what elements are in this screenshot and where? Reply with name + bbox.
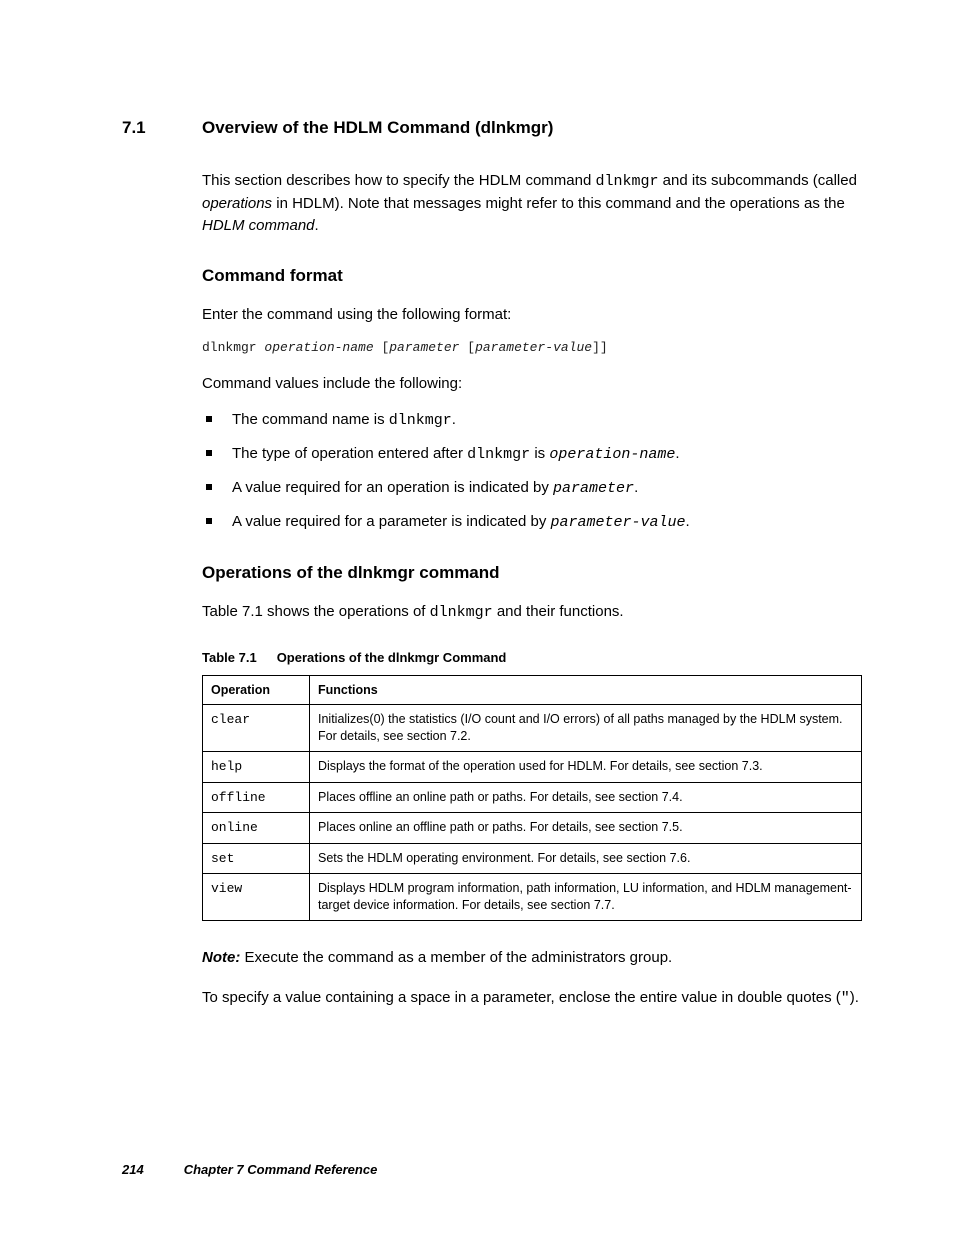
op-cell: view [203,874,310,921]
code-italic: parameter-value [475,340,592,355]
table-row: help Displays the format of the operatio… [203,752,862,783]
op-cell: clear [203,705,310,752]
text: The command name is [232,411,389,428]
table-row: view Displays HDLM program information, … [203,874,862,921]
code-text: [ [374,340,390,355]
code-italic: operation-name [264,340,373,355]
text: . [315,217,319,234]
fn-cell: Initializes(0) the statistics (I/O count… [310,705,862,752]
italic-text: HDLM command [202,217,315,234]
list-item: A value required for a parameter is indi… [202,511,862,533]
values-intro: Command values include the following: [202,373,862,395]
code-text: [ [459,340,475,355]
text: The type of operation entered after [232,445,467,462]
list-item: The type of operation entered after dlnk… [202,443,862,465]
fn-cell: Displays the format of the operation use… [310,752,862,783]
text: A value required for an operation is ind… [232,479,553,496]
table-row: offline Places offline an online path or… [203,782,862,813]
text: . [686,513,690,530]
text: and their functions. [493,603,624,620]
op-cell: offline [203,782,310,813]
op-cell: help [203,752,310,783]
closing-paragraph: To specify a value containing a space in… [202,987,862,1010]
section-title: Overview of the HDLM Command (dlnkmgr) [202,118,553,137]
table-header-row: Operation Functions [203,675,862,705]
code-inline: dlnkmgr [389,412,452,429]
code-italic: parameter [389,340,459,355]
subheading-command-format: Command format [202,266,862,286]
text: and its subcommands (called [659,172,857,189]
body-block: This section describes how to specify th… [202,170,862,1010]
table-caption-title: Operations of the dlnkmgr Command [277,650,507,665]
text: To specify a value containing a space in… [202,989,841,1006]
code-block: dlnkmgr operation-name [parameter [param… [202,340,862,355]
page: 7.1Overview of the HDLM Command (dlnkmgr… [0,0,954,1235]
italic-text: operations [202,195,272,212]
page-number: 214 [122,1162,144,1177]
fn-cell: Sets the HDLM operating environment. For… [310,843,862,874]
code-inline: " [841,990,850,1007]
section-number: 7.1 [122,118,202,138]
code-inline: dlnkmgr [430,604,493,621]
chapter-label: Chapter 7 Command Reference [184,1162,378,1177]
intro-paragraph: This section describes how to specify th… [202,170,862,236]
text: Table 7.1 shows the operations of [202,603,430,620]
subheading-operations: Operations of the dlnkmgr command [202,563,862,583]
list-item: A value required for an operation is ind… [202,477,862,499]
bullet-list: The command name is dlnkmgr. The type of… [202,409,862,533]
text: is [530,445,549,462]
list-item: The command name is dlnkmgr. [202,409,862,431]
section-heading: 7.1Overview of the HDLM Command (dlnkmgr… [122,118,862,138]
note-paragraph: Note: Execute the command as a member of… [202,947,862,969]
table-caption-number: Table 7.1 [202,650,257,665]
code-italic: parameter [553,480,634,497]
table-caption: Table 7.1 Operations of the dlnkmgr Comma… [202,650,862,665]
format-intro: Enter the command using the following fo… [202,304,862,326]
table-header-operation: Operation [203,675,310,705]
text: in HDLM). Note that messages might refer… [272,195,845,212]
note-label: Note: [202,949,240,966]
text: . [634,479,638,496]
code-text: dlnkmgr [202,340,264,355]
ops-intro: Table 7.1 shows the operations of dlnkmg… [202,601,862,624]
note-text: Execute the command as a member of the a… [240,949,672,966]
code-inline: dlnkmgr [467,446,530,463]
fn-cell: Places offline an online path or paths. … [310,782,862,813]
text: . [452,411,456,428]
text: . [675,445,679,462]
code-italic: parameter-value [551,514,686,531]
text: This section describes how to specify th… [202,172,596,189]
fn-cell: Displays HDLM program information, path … [310,874,862,921]
table-row: set Sets the HDLM operating environment.… [203,843,862,874]
code-text: ]] [592,340,608,355]
fn-cell: Places online an offline path or paths. … [310,813,862,844]
text: ). [850,989,859,1006]
op-cell: set [203,843,310,874]
page-footer: 214 Chapter 7 Command Reference [122,1162,377,1177]
op-cell: online [203,813,310,844]
text: A value required for a parameter is indi… [232,513,551,530]
table-row: clear Initializes(0) the statistics (I/O… [203,705,862,752]
operations-table: Operation Functions clear Initializes(0)… [202,675,862,922]
code-italic: operation-name [549,446,675,463]
code-inline: dlnkmgr [596,173,659,190]
table-row: online Places online an offline path or … [203,813,862,844]
table-header-functions: Functions [310,675,862,705]
